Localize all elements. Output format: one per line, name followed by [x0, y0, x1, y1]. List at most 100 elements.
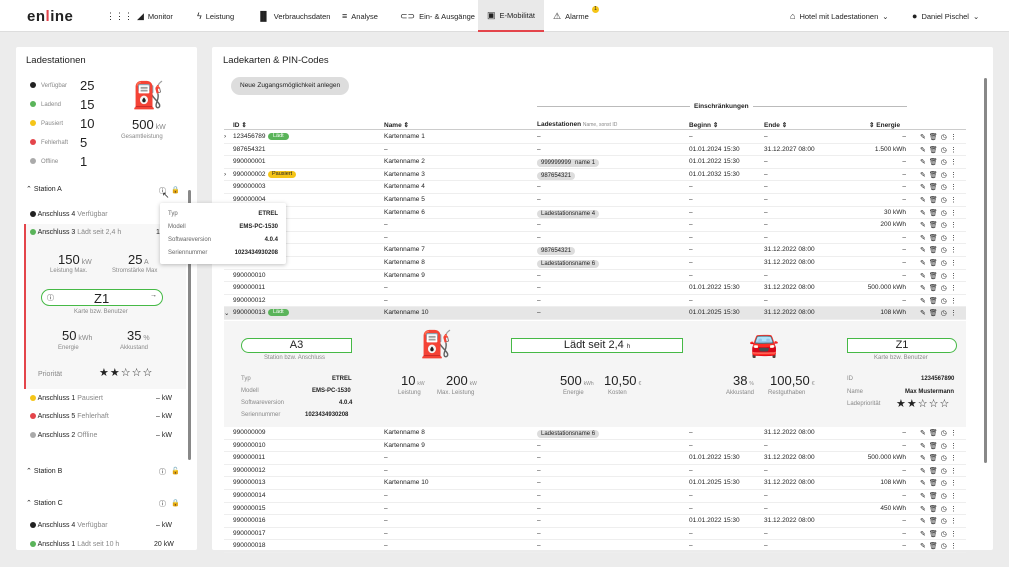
table-row[interactable]: 987654321 – – 01.01.2024 15:30 31.12.2027 08…	[224, 144, 966, 157]
connector-row[interactable]: Anschluss 3 Lädt seit 2,4 h	[30, 229, 121, 236]
col-end[interactable]: Ende ⇕	[764, 121, 787, 129]
delete-icon[interactable]: 🗑	[929, 172, 941, 179]
table-row[interactable]: 990000005Kartenname 6Ladestationsname 4–…	[224, 207, 966, 220]
station-chip[interactable]: Ladestationsname 4	[537, 209, 600, 218]
connector-row[interactable]: Anschluss 4 Verfügbar	[30, 211, 108, 218]
table-row[interactable]: 990000001Kartenname 2Ladestationsname 19…	[224, 156, 966, 169]
info-icon[interactable]: ⓘ	[159, 499, 166, 509]
station-chip[interactable]: 987654321	[537, 171, 576, 180]
lock-icon[interactable]: 🔒	[171, 499, 180, 507]
station-chip[interactable]: Ladestationsname 6	[537, 260, 600, 268]
station-chip[interactable]: 999999999	[537, 159, 576, 168]
delete-icon[interactable]: 🗑	[929, 134, 941, 141]
history-icon[interactable]: ◷	[941, 531, 950, 538]
edit-icon[interactable]: ✎	[920, 159, 929, 166]
edit-icon[interactable]: ✎	[920, 310, 929, 317]
table-row[interactable]: › 990000002 Pausiert Kartenname 3 987654321 0…	[224, 169, 966, 182]
delete-icon[interactable]: 🗑	[929, 184, 941, 191]
more-icon[interactable]: ⋮	[950, 518, 960, 525]
history-icon[interactable]: ◷	[941, 273, 950, 280]
more-icon[interactable]: ⋮	[950, 468, 960, 475]
user-menu[interactable]: ● Daniel Pischel ⌄	[912, 0, 979, 32]
col-id[interactable]: ID ⇕	[233, 121, 247, 129]
card-pill[interactable]: ⓘ Z1 →	[41, 289, 163, 306]
table-row[interactable]: 990000008Kartenname 7987654321–31.12.202…	[224, 244, 966, 257]
history-icon[interactable]: ◷	[941, 235, 950, 242]
delete-icon[interactable]: 🗑	[929, 210, 941, 217]
table-row[interactable]: 990000014 – – – – – ✎🗑◷⋮	[224, 490, 966, 503]
history-icon[interactable]: ◷	[941, 480, 950, 487]
nav-analyse[interactable]: ≡ Analyse	[342, 0, 378, 32]
more-icon[interactable]: ⋮	[950, 134, 960, 141]
more-icon[interactable]: ⋮	[950, 285, 960, 292]
edit-icon[interactable]: ✎	[920, 298, 929, 305]
more-icon[interactable]: ⋮	[950, 480, 960, 487]
table-row[interactable]: 990000009Kartenname 8Ladestationsname 6–…	[224, 257, 966, 270]
delete-icon[interactable]: 🗑	[929, 273, 941, 280]
nav-monitor[interactable]: ◢ Monitor	[137, 0, 173, 32]
table-row[interactable]: 990000018 – – – – – ✎🗑◷⋮	[224, 540, 966, 553]
more-icon[interactable]: ⋮	[950, 197, 960, 204]
nav-ein-ausgaenge[interactable]: ⊂⊃ Ein- & Ausgänge	[400, 0, 475, 32]
more-icon[interactable]: ⋮	[950, 455, 960, 462]
table-row[interactable]: 990000009Kartenname 8Ladestationsname 6–…	[224, 427, 966, 440]
edit-icon[interactable]: ✎	[920, 273, 929, 280]
edit-icon[interactable]: ✎	[920, 285, 929, 292]
delete-icon[interactable]: 🗑	[929, 443, 941, 450]
edit-icon[interactable]: ✎	[920, 210, 929, 217]
station-b-header[interactable]: ⌃ Station B	[26, 467, 62, 475]
new-access-button[interactable]: Neue Zugangsmöglichkeit anlegen	[231, 77, 350, 95]
edit-icon[interactable]: ✎	[920, 518, 929, 525]
delete-icon[interactable]: 🗑	[929, 260, 941, 267]
history-icon[interactable]: ◷	[941, 210, 950, 217]
info-icon[interactable]: ⓘ	[47, 293, 54, 303]
edit-icon[interactable]: ✎	[920, 172, 929, 179]
connector-row[interactable]: Anschluss 2 Offline	[30, 432, 97, 439]
delete-icon[interactable]: 🗑	[929, 147, 941, 154]
col-begin[interactable]: Beginn ⇕	[689, 121, 718, 129]
nav-leistung[interactable]: ϟ Leistung	[197, 0, 234, 32]
edit-icon[interactable]: ✎	[920, 260, 929, 267]
expand-icon[interactable]: ⌄	[224, 309, 229, 317]
history-icon[interactable]: ◷	[941, 443, 950, 450]
delete-icon[interactable]: 🗑	[929, 468, 941, 475]
history-icon[interactable]: ◷	[941, 493, 950, 500]
table-row[interactable]: 990000007–––––✎🗑◷⋮	[224, 232, 966, 245]
history-icon[interactable]: ◷	[941, 430, 950, 437]
more-icon[interactable]: ⋮	[950, 222, 960, 229]
history-icon[interactable]: ◷	[941, 222, 950, 229]
connector-row[interactable]: Anschluss 1 Lädt seit 10 h	[30, 541, 119, 548]
history-icon[interactable]: ◷	[941, 247, 950, 254]
edit-icon[interactable]: ✎	[920, 197, 929, 204]
table-row[interactable]: 990000016 – – 01.01.2022 15:30 31.12.2022 08…	[224, 515, 966, 528]
more-icon[interactable]: ⋮	[950, 443, 960, 450]
table-row[interactable]: 990000013 Kartenname 10 – 01.01.2025 15:30 3…	[224, 477, 966, 490]
more-icon[interactable]: ⋮	[950, 531, 960, 538]
delete-icon[interactable]: 🗑	[929, 247, 941, 254]
delete-icon[interactable]: 🗑	[929, 222, 941, 229]
history-icon[interactable]: ◷	[941, 159, 950, 166]
more-icon[interactable]: ⋮	[950, 506, 960, 513]
arrow-right-icon[interactable]: →	[150, 292, 157, 299]
table-row[interactable]: ⌄ 990000013 Lädt Kartenname 10 – 01.01.2025 1…	[224, 307, 966, 320]
more-icon[interactable]: ⋮	[950, 273, 960, 280]
history-icon[interactable]: ◷	[941, 285, 950, 292]
connector-row[interactable]: Anschluss 4 Verfügbar	[30, 522, 108, 529]
more-icon[interactable]: ⋮	[950, 210, 960, 217]
edit-icon[interactable]: ✎	[920, 480, 929, 487]
nav-verbrauchsdaten[interactable]: ▐▌ Verbrauchsdaten	[257, 0, 330, 32]
col-energy[interactable]: ⇕ Energie	[869, 121, 900, 129]
edit-icon[interactable]: ✎	[920, 506, 929, 513]
more-icon[interactable]: ⋮	[950, 493, 960, 500]
history-icon[interactable]: ◷	[941, 260, 950, 267]
delete-icon[interactable]: 🗑	[929, 506, 941, 513]
delete-icon[interactable]: 🗑	[929, 235, 941, 242]
nav-alarme[interactable]: ⚠ Alarme	[553, 0, 589, 32]
edit-icon[interactable]: ✎	[920, 147, 929, 154]
table-row[interactable]: 990000003 Kartenname 4 – – – – ✎🗑◷⋮	[224, 181, 966, 194]
edit-icon[interactable]: ✎	[920, 134, 929, 141]
delete-icon[interactable]: 🗑	[929, 543, 941, 550]
lock-open-icon[interactable]: 🔓	[171, 467, 180, 475]
table-row[interactable]: 990000010 Kartenname 9 – – – – ✎🗑◷⋮	[224, 270, 966, 283]
more-icon[interactable]: ⋮	[950, 247, 960, 254]
